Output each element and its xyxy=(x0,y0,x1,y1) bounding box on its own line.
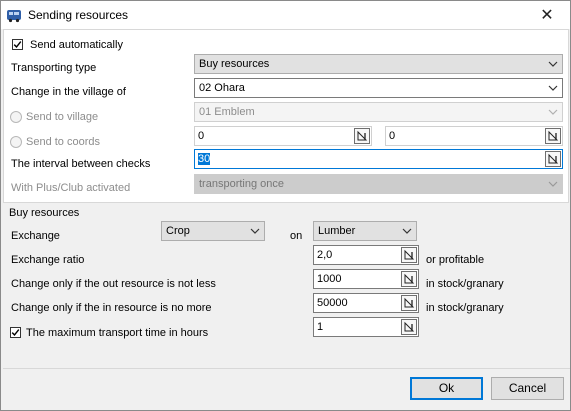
out-resource-min-label: Change only if the out resource is not l… xyxy=(11,278,216,290)
spin-button[interactable] xyxy=(545,151,561,167)
spin-button[interactable] xyxy=(401,271,417,287)
spin-button[interactable] xyxy=(401,295,417,311)
exchange-on-label: on xyxy=(290,230,303,242)
in-resource-max-stepper[interactable]: 50000 xyxy=(313,293,419,313)
send-to-village-select[interactable]: 01 Emblem xyxy=(194,102,563,122)
max-transport-time-value: 1 xyxy=(317,321,324,333)
spin-button[interactable] xyxy=(354,128,370,144)
chevron-down-icon xyxy=(548,181,558,187)
change-village-label: Change in the village of xyxy=(11,86,126,98)
coord-x-stepper[interactable]: 0 xyxy=(194,126,372,146)
max-transport-time-label: The maximum transport time in hours xyxy=(26,327,209,339)
spin-button[interactable] xyxy=(545,128,561,144)
exchange-ratio-label: Exchange ratio xyxy=(11,254,85,266)
chevron-down-icon xyxy=(548,85,558,91)
change-village-select[interactable]: 02 Ohara xyxy=(194,78,563,98)
max-transport-time-checkbox[interactable] xyxy=(10,327,21,338)
plus-club-value: transporting once xyxy=(199,178,284,190)
exchange-ratio-suffix: or profitable xyxy=(426,254,485,266)
change-village-value: 02 Ohara xyxy=(199,82,245,94)
exchange-to-select[interactable]: Lumber xyxy=(313,221,417,241)
coord-x-value: 0 xyxy=(198,130,205,142)
send-to-coords-label: Send to coords xyxy=(26,136,100,148)
coord-y-value: 0 xyxy=(389,130,396,142)
exchange-label: Exchange xyxy=(11,230,60,242)
chevron-down-icon xyxy=(402,228,412,234)
checkmark-icon xyxy=(13,41,22,48)
out-resource-min-stepper[interactable]: 1000 xyxy=(313,269,419,289)
cancel-button[interactable]: Cancel xyxy=(491,377,564,400)
plus-club-select[interactable]: transporting once xyxy=(194,174,563,194)
send-automatically-checkbox[interactable] xyxy=(12,39,23,50)
transporting-type-select[interactable]: Buy resources xyxy=(194,54,563,74)
exchange-ratio-value: 2,0 xyxy=(317,249,333,261)
footer-divider xyxy=(3,368,570,369)
chevron-down-icon xyxy=(548,109,558,115)
coord-y-stepper[interactable]: 0 xyxy=(385,126,563,146)
spin-button[interactable] xyxy=(401,319,417,335)
close-button[interactable]: ✕ xyxy=(524,1,570,29)
exchange-ratio-stepper[interactable]: 2,0 xyxy=(313,245,419,265)
send-automatically-label: Send automatically xyxy=(30,39,123,51)
send-to-village-label: Send to village xyxy=(26,111,99,123)
sending-resources-dialog: Sending resources ✕ Send automatically T… xyxy=(0,0,571,411)
interval-stepper[interactable]: 30 xyxy=(194,149,563,169)
interval-label: The interval between checks xyxy=(11,158,151,170)
spin-arrows-icon xyxy=(548,130,559,141)
chevron-down-icon xyxy=(548,61,558,67)
title-bar: Sending resources ✕ xyxy=(1,1,570,29)
spin-arrows-icon xyxy=(404,297,415,308)
send-to-village-value: 01 Emblem xyxy=(199,106,255,118)
in-resource-max-label: Change only if the in resource is no mor… xyxy=(11,302,212,314)
spin-arrows-icon xyxy=(404,273,415,284)
spin-arrows-icon xyxy=(404,249,415,260)
in-resource-max-value: 50000 xyxy=(317,297,348,309)
in-resource-max-suffix: in stock/granary xyxy=(426,302,504,314)
exchange-from-select[interactable]: Crop xyxy=(161,221,265,241)
chevron-down-icon xyxy=(250,228,260,234)
transporting-type-label: Transporting type xyxy=(11,62,97,74)
send-to-coords-radio[interactable] xyxy=(10,136,22,148)
checkmark-icon xyxy=(11,329,20,336)
ok-button[interactable]: Ok xyxy=(410,377,483,400)
spin-arrows-icon xyxy=(548,153,559,164)
window-title: Sending resources xyxy=(28,8,129,22)
app-icon xyxy=(7,10,21,23)
spin-button[interactable] xyxy=(401,247,417,263)
out-resource-min-value: 1000 xyxy=(317,273,342,285)
out-resource-min-suffix: in stock/granary xyxy=(426,278,504,290)
buy-resources-group-label: Buy resources xyxy=(9,207,80,219)
send-to-village-radio[interactable] xyxy=(10,111,22,123)
exchange-to-value: Lumber xyxy=(318,225,356,237)
close-icon: ✕ xyxy=(540,7,554,24)
spin-arrows-icon xyxy=(404,321,415,332)
exchange-from-value: Crop xyxy=(166,225,190,237)
max-transport-time-stepper[interactable]: 1 xyxy=(313,317,419,337)
interval-value: 30 xyxy=(198,153,211,165)
transporting-type-value: Buy resources xyxy=(199,58,270,70)
spin-arrows-icon xyxy=(357,130,368,141)
plus-club-label: With Plus/Club activated xyxy=(11,182,131,194)
